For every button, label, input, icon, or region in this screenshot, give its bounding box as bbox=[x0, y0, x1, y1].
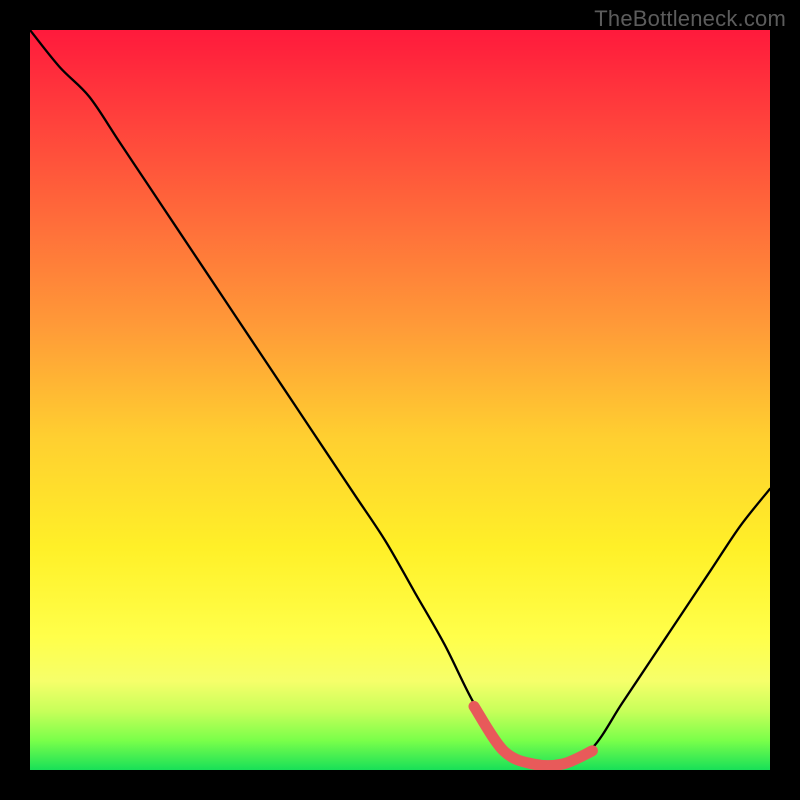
watermark-text: TheBottleneck.com bbox=[594, 6, 786, 32]
curve-highlight bbox=[474, 706, 592, 765]
curve-path bbox=[30, 30, 770, 764]
chart-frame: TheBottleneck.com bbox=[0, 0, 800, 800]
bottleneck-curve bbox=[30, 30, 770, 770]
plot-area bbox=[30, 30, 770, 770]
